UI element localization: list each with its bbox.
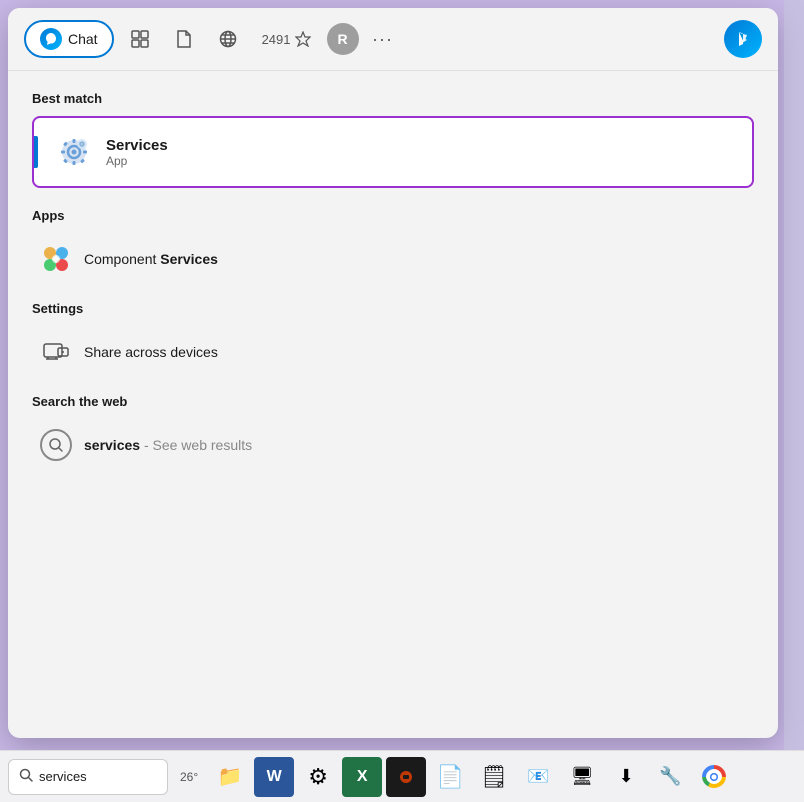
web-search-item[interactable]: services - See web results	[32, 419, 754, 471]
accent-bar	[34, 136, 38, 168]
share-across-devices-label: Share across devices	[84, 344, 218, 360]
chat-label: Chat	[68, 31, 98, 47]
taskbar-search-box[interactable]: services	[8, 759, 168, 795]
services-app-icon	[54, 132, 94, 172]
taskbar: services 26° 📁 W ⚙ X 📄 🗒 📧 🖥 ⬇ 🔧	[0, 750, 804, 802]
taskbar-app-terminal[interactable]	[386, 757, 426, 797]
bing-button[interactable]	[724, 20, 762, 58]
bing-chat-icon	[40, 28, 62, 50]
component-services-item[interactable]: Component Services	[32, 233, 754, 285]
services-item-text: Services App	[106, 137, 740, 168]
taskbar-app-outlook[interactable]: 📧	[518, 757, 558, 797]
weather-widget: 26°	[172, 770, 206, 784]
best-match-services-item[interactable]: Services App	[32, 116, 754, 188]
best-match-section-label: Best match	[32, 91, 754, 106]
settings-section: Settings Share across devices	[32, 301, 754, 378]
web-query-text: services - See web results	[84, 437, 252, 453]
taskbar-app-display[interactable]: 🖥	[562, 757, 602, 797]
component-services-label: Component Services	[84, 251, 218, 267]
taskbar-search-text: services	[39, 769, 87, 784]
services-item-title: Services	[106, 137, 740, 154]
apps-section-label: Apps	[32, 208, 754, 223]
web-section-label: Search the web	[32, 394, 754, 409]
settings-section-label: Settings	[32, 301, 754, 316]
share-across-devices-item[interactable]: Share across devices	[32, 326, 754, 378]
more-button[interactable]: ···	[367, 23, 399, 55]
taskbar-app-file2[interactable]: 🗒	[474, 757, 514, 797]
user-avatar[interactable]: R	[327, 23, 359, 55]
search-results-content: Best match	[8, 71, 778, 491]
score-badge: 2491	[254, 27, 319, 51]
share-devices-icon	[40, 336, 72, 368]
taskbar-app-download[interactable]: ⬇	[606, 757, 646, 797]
taskbar-app-excel[interactable]: X	[342, 757, 382, 797]
layout-tab[interactable]	[122, 21, 158, 57]
document-tab[interactable]	[166, 21, 202, 57]
weather-temp: 26°	[180, 770, 198, 784]
component-services-icon	[40, 243, 72, 275]
taskbar-app-file-explorer[interactable]: 📁	[210, 757, 250, 797]
globe-tab[interactable]	[210, 21, 246, 57]
start-menu-panel: Chat 2491	[8, 8, 778, 738]
right-edge-blur	[784, 0, 804, 750]
web-section: Search the web services - See web result…	[32, 394, 754, 471]
chat-button[interactable]: Chat	[24, 20, 114, 58]
taskbar-app-tools[interactable]: 🔧	[650, 757, 690, 797]
taskbar-app-chrome[interactable]	[694, 757, 734, 797]
taskbar-app-settings[interactable]: ⚙	[298, 757, 338, 797]
services-item-subtitle: App	[106, 154, 740, 168]
taskbar-search-icon	[19, 768, 33, 785]
web-search-icon	[40, 429, 72, 461]
taskbar-app-word[interactable]: W	[254, 757, 294, 797]
top-bar: Chat 2491	[8, 8, 778, 71]
taskbar-app-file1[interactable]: 📄	[430, 757, 470, 797]
